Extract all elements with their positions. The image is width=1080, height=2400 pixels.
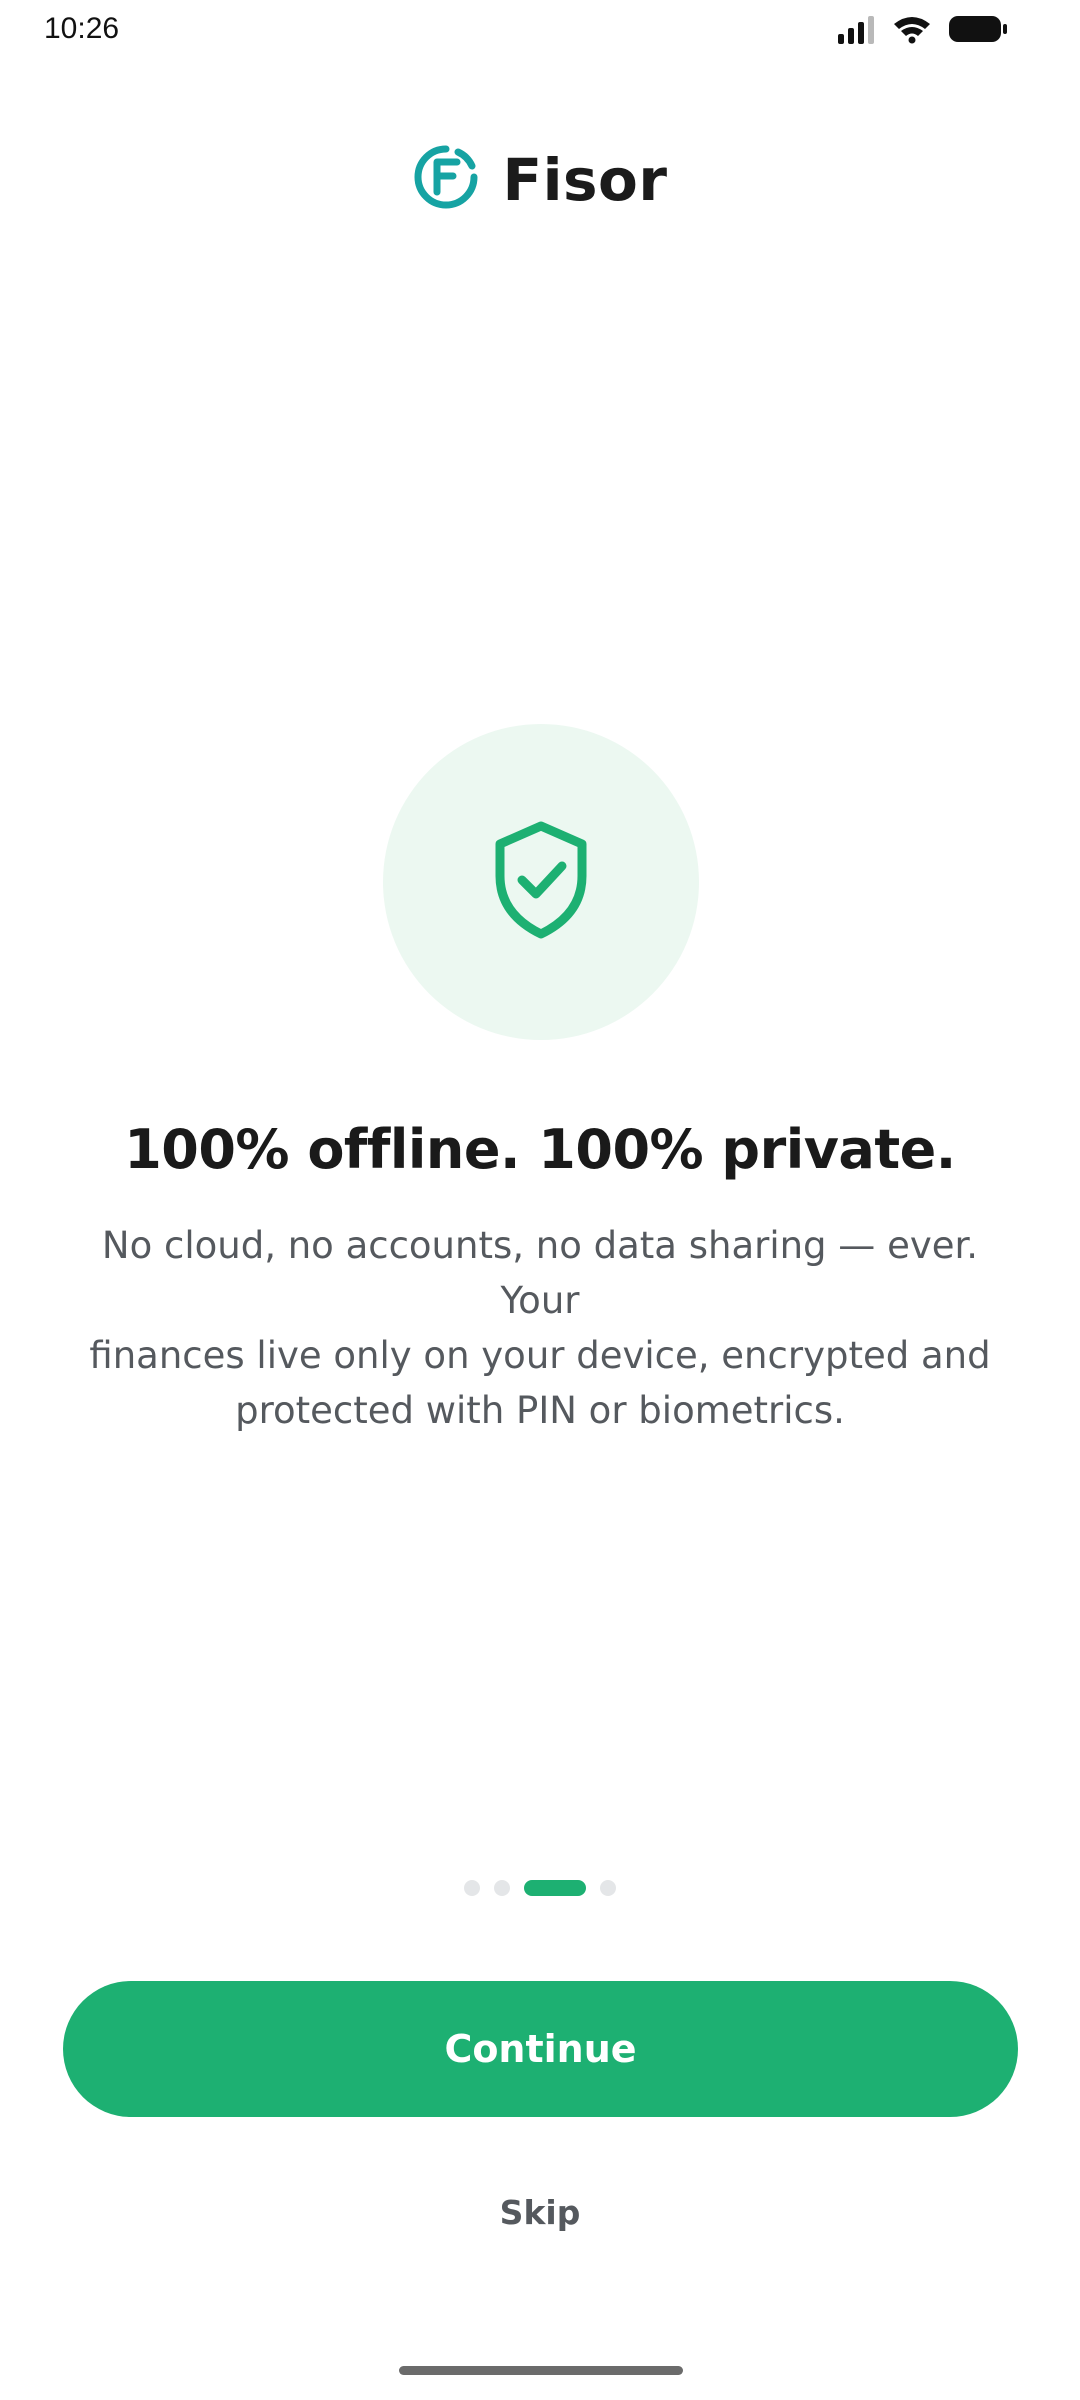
description-line: No cloud, no accounts, no data sharing —…	[101, 1224, 979, 1322]
shield-check-icon	[486, 818, 596, 947]
description-line: protected with PIN or biometrics.	[235, 1389, 845, 1432]
page-dot-1[interactable]	[464, 1880, 480, 1896]
status-icons	[836, 14, 1008, 44]
brand-header: Fisor	[0, 144, 1080, 215]
onboarding-screen: 10:26 Fisor 100% offline. 100% private. …	[0, 0, 1080, 2400]
onboarding-headline: 100% offline. 100% private.	[124, 1118, 956, 1181]
page-dot-3-active[interactable]	[524, 1880, 586, 1896]
page-indicator	[0, 1880, 1080, 1896]
page-dot-4[interactable]	[600, 1880, 616, 1896]
continue-button[interactable]: Continue	[63, 1981, 1018, 2117]
page-dot-2[interactable]	[494, 1880, 510, 1896]
home-indicator[interactable]	[399, 2366, 683, 2375]
onboarding-description: No cloud, no accounts, no data sharing —…	[80, 1218, 1000, 1438]
signal-icon	[836, 14, 876, 44]
battery-icon	[948, 14, 1008, 44]
description-line: finances live only on your device, encry…	[89, 1334, 991, 1377]
status-time: 10:26	[44, 12, 120, 45]
hero-illustration	[383, 724, 699, 1040]
status-bar: 10:26	[0, 0, 1080, 62]
skip-button[interactable]: Skip	[440, 2182, 640, 2242]
fisor-logo-icon	[413, 144, 479, 215]
wifi-icon	[892, 14, 932, 44]
brand-name: Fisor	[502, 145, 668, 214]
